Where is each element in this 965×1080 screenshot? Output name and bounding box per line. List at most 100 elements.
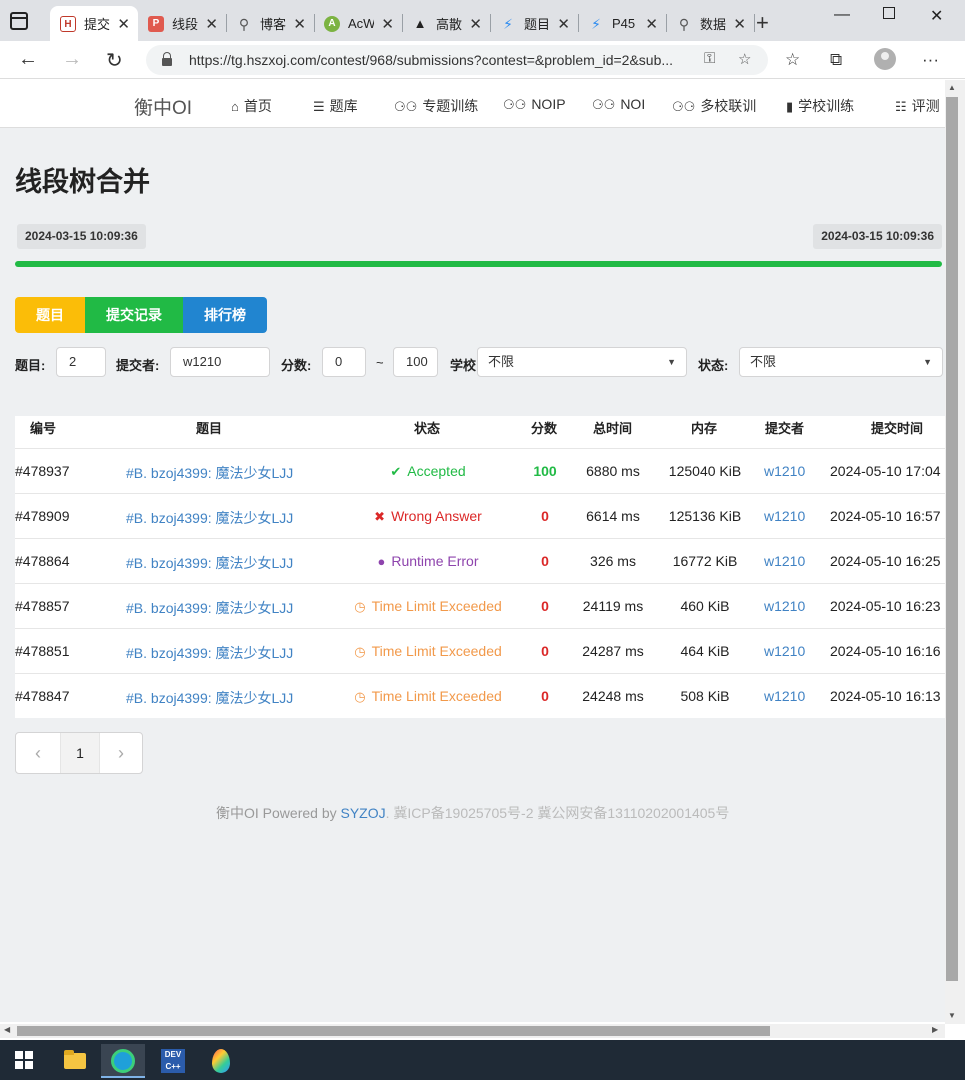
- file-explorer-icon[interactable]: [53, 1044, 97, 1078]
- submission-id[interactable]: #478909: [15, 508, 70, 524]
- new-tab-icon[interactable]: +: [756, 10, 769, 36]
- close-icon[interactable]: ✕: [117, 15, 130, 33]
- submission-id[interactable]: #478851: [15, 643, 70, 659]
- browser-tab-p45[interactable]: ⚡ P45 ✕: [578, 6, 666, 41]
- status-filter-select[interactable]: 不限 ▼: [739, 347, 943, 377]
- nav-item-topics[interactable]: ⚆⚆ 专题训练: [394, 96, 478, 116]
- tab-actions-icon[interactable]: [10, 12, 28, 30]
- submission-id[interactable]: #478857: [15, 598, 70, 614]
- browser-tab-discrete[interactable]: ▲ 高散 ✕: [402, 6, 490, 41]
- status-filter-label: 状态:: [698, 358, 729, 373]
- horizontal-scrollbar[interactable]: ◀ ▶: [0, 1024, 945, 1038]
- nav-label: 学校训练: [798, 98, 855, 114]
- submission-id[interactable]: #478847: [15, 688, 70, 704]
- prev-page-icon[interactable]: ‹: [16, 733, 60, 773]
- window-close-icon[interactable]: ✕: [930, 6, 943, 26]
- problem-filter-input[interactable]: 2: [56, 347, 106, 377]
- scroll-thumb[interactable]: [946, 97, 958, 981]
- submission-status[interactable]: ● Runtime Error: [327, 553, 529, 569]
- nav-item-noi[interactable]: ⚆⚆ NOI: [592, 96, 645, 113]
- footer-syzoj-link[interactable]: SYZOJ: [341, 805, 386, 821]
- nav-item-school[interactable]: ▮ 学校训练: [786, 96, 854, 116]
- close-icon[interactable]: ✕: [293, 15, 306, 33]
- submission-id[interactable]: #478864: [15, 553, 70, 569]
- avatar[interactable]: [874, 48, 896, 70]
- submitter-link[interactable]: w1210: [764, 598, 805, 614]
- edge-browser-icon[interactable]: [101, 1044, 145, 1078]
- memory-usage: 460 KiB: [680, 598, 730, 614]
- nav-item-multi-school[interactable]: ⚆⚆ 多校联训: [672, 96, 756, 116]
- submitter-link[interactable]: w1210: [764, 553, 805, 569]
- submission-status[interactable]: ◷ Time Limit Exceeded: [327, 598, 529, 615]
- nav-item-judge[interactable]: ☷ 评测: [895, 96, 940, 116]
- submitter-link[interactable]: w1210: [764, 508, 805, 524]
- tab-submissions[interactable]: 提交记录: [85, 297, 183, 333]
- browser-tab-blog[interactable]: ⚲ 博客 ✕: [226, 6, 314, 41]
- windows-start-icon[interactable]: [15, 1051, 33, 1069]
- submission-id[interactable]: #478937: [15, 463, 70, 479]
- add-favorite-icon[interactable]: ☆: [738, 50, 751, 68]
- vertical-scrollbar[interactable]: ▲ ▼: [945, 80, 965, 1024]
- submission-status[interactable]: ◷ Time Limit Exceeded: [327, 688, 529, 705]
- scroll-thumb[interactable]: [17, 1026, 770, 1036]
- scroll-right-icon[interactable]: ▶: [932, 1025, 938, 1034]
- page-number[interactable]: 1: [60, 733, 100, 773]
- browser-tab-submissions[interactable]: H 提交 ✕: [50, 6, 138, 41]
- score-max-input[interactable]: 100: [393, 347, 438, 377]
- problem-link[interactable]: #B. bzoj4399: 魔法少女LJJ: [126, 598, 293, 618]
- cross-icon: ✖: [374, 509, 386, 524]
- close-icon[interactable]: ✕: [381, 15, 394, 33]
- scroll-left-icon[interactable]: ◀: [4, 1025, 10, 1034]
- browser-tab-data[interactable]: ⚲ 数据 ✕: [666, 6, 754, 41]
- tab-problems[interactable]: 题目: [15, 297, 85, 333]
- key-icon[interactable]: ⚿: [704, 50, 715, 67]
- close-icon[interactable]: ✕: [205, 15, 218, 33]
- close-icon[interactable]: ✕: [557, 15, 570, 33]
- page-footer: 衡中OI Powered by SYZOJ. 冀ICP备19025705号-2 …: [216, 803, 729, 823]
- dev-cpp-icon[interactable]: DEV C++: [151, 1044, 195, 1078]
- minimize-icon[interactable]: —: [834, 6, 850, 24]
- nav-label: NOIP: [531, 96, 566, 112]
- nav-item-problems[interactable]: ☰ 题库: [313, 96, 358, 116]
- table-row: #478847 #B. bzoj4399: 魔法少女LJJ ◷ Time Limit …: [15, 673, 945, 718]
- submitter-link[interactable]: w1210: [764, 463, 805, 479]
- close-icon[interactable]: ✕: [469, 15, 482, 33]
- school-filter-select[interactable]: 不限 ▼: [477, 347, 687, 377]
- close-icon[interactable]: ✕: [645, 15, 658, 33]
- column-header-id: 编号: [30, 421, 57, 436]
- problem-link[interactable]: #B. bzoj4399: 魔法少女LJJ: [126, 553, 293, 573]
- nav-item-home[interactable]: ⌂ 首页: [231, 96, 272, 116]
- browser-tab-acwing[interactable]: A AcW ✕: [314, 6, 402, 41]
- browser-tab-problem[interactable]: ⚡ 题目 ✕: [490, 6, 578, 41]
- problem-link[interactable]: #B. bzoj4399: 魔法少女LJJ: [126, 508, 293, 528]
- site-brand[interactable]: 衡中OI: [134, 93, 192, 120]
- next-page-icon[interactable]: ›: [100, 733, 142, 773]
- status-label: Runtime Error: [391, 553, 479, 569]
- score-min-input[interactable]: 0: [322, 347, 366, 377]
- problem-link[interactable]: #B. bzoj4399: 魔法少女LJJ: [126, 643, 293, 663]
- paint-app-icon[interactable]: [199, 1044, 243, 1078]
- status-label: Accepted: [407, 463, 466, 479]
- more-icon[interactable]: ···: [922, 50, 939, 70]
- submission-status[interactable]: ◷ Time Limit Exceeded: [327, 643, 529, 660]
- problem-link[interactable]: #B. bzoj4399: 魔法少女LJJ: [126, 688, 293, 708]
- collections-icon[interactable]: ⧉: [830, 50, 842, 70]
- submitter-link[interactable]: w1210: [764, 688, 805, 704]
- submitter-link[interactable]: w1210: [764, 643, 805, 659]
- tab-ranklist[interactable]: 排行榜: [183, 297, 267, 333]
- forward-icon[interactable]: →: [62, 48, 82, 71]
- favorites-icon[interactable]: ☆: [785, 50, 800, 70]
- submission-status[interactable]: ✔ Accepted: [327, 463, 529, 480]
- refresh-icon[interactable]: ↻: [106, 48, 123, 73]
- browser-tab-pdf[interactable]: P 线段 ✕: [138, 6, 226, 41]
- problem-link[interactable]: #B. bzoj4399: 魔法少女LJJ: [126, 463, 293, 483]
- close-icon[interactable]: ✕: [733, 15, 746, 33]
- submitter-filter-input[interactable]: w1210: [170, 347, 270, 377]
- back-icon[interactable]: ←: [18, 48, 38, 71]
- url-input[interactable]: https://tg.hszxoj.com/contest/968/submis…: [146, 45, 768, 75]
- maximize-icon[interactable]: [883, 7, 895, 19]
- nav-item-noip[interactable]: ⚆⚆ NOIP: [503, 96, 566, 113]
- submission-status[interactable]: ✖ Wrong Answer: [327, 508, 529, 525]
- scroll-down-icon[interactable]: ▼: [948, 1011, 956, 1020]
- scroll-up-icon[interactable]: ▲: [948, 83, 956, 92]
